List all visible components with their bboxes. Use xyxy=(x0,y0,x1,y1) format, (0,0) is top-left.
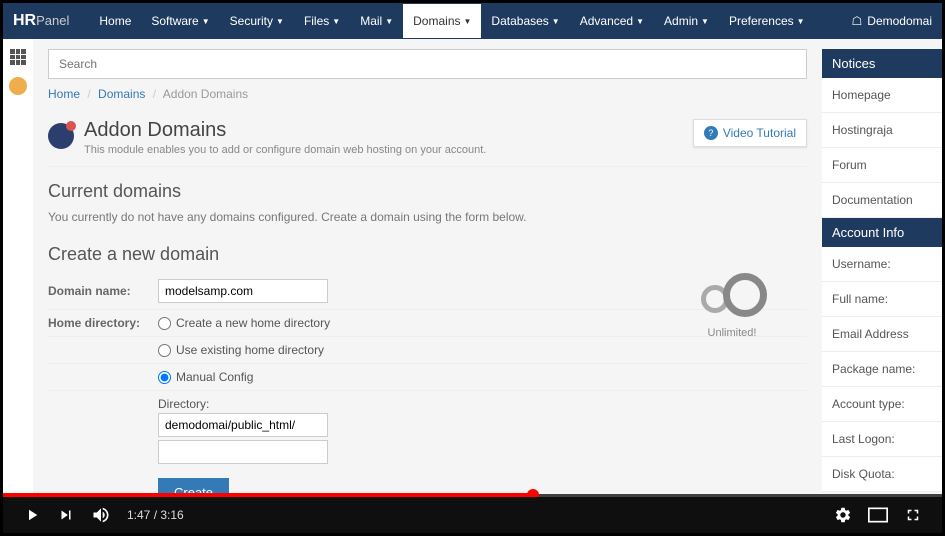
notices-item[interactable]: Hostingraja xyxy=(822,113,942,148)
nav-admin[interactable]: Admin▼ xyxy=(654,4,719,38)
video-controls: 1:47 / 3:16 xyxy=(3,497,942,533)
create-button[interactable]: Create xyxy=(158,478,229,494)
module-icon xyxy=(48,123,74,149)
domain-name-input[interactable] xyxy=(158,279,328,303)
nav-domains[interactable]: Domains▼ xyxy=(403,4,481,38)
current-domains-heading: Current domains xyxy=(48,181,807,202)
page-title: Addon Domains xyxy=(84,119,486,142)
account-item: Last Logon: xyxy=(822,422,942,457)
chevron-down-icon: ▼ xyxy=(202,17,210,26)
nav-databases[interactable]: Databases▼ xyxy=(481,4,569,38)
notices-item[interactable]: Homepage xyxy=(822,78,942,113)
chevron-down-icon: ▼ xyxy=(552,17,560,26)
next-icon xyxy=(57,506,75,524)
current-domains-text: You currently do not have any domains co… xyxy=(48,210,807,224)
main-content: Home / Domains / Addon Domains Addon Dom… xyxy=(33,39,822,494)
fullscreen-button[interactable] xyxy=(896,506,930,524)
volume-icon xyxy=(91,505,111,525)
create-domain-heading: Create a new domain xyxy=(48,244,807,265)
rail-circle-icon[interactable] xyxy=(9,77,27,95)
info-icon: ? xyxy=(704,126,718,140)
opt-existing-dir[interactable]: Use existing home directory xyxy=(158,343,324,357)
directory-input[interactable] xyxy=(158,413,328,437)
chevron-down-icon: ▼ xyxy=(276,17,284,26)
account-item: Username: xyxy=(822,247,942,282)
nav-security[interactable]: Security▼ xyxy=(220,4,294,38)
chevron-down-icon: ▼ xyxy=(636,17,644,26)
account-item: Account type: xyxy=(822,387,942,422)
play-button[interactable] xyxy=(15,506,49,524)
play-icon xyxy=(23,506,41,524)
fullscreen-icon xyxy=(904,506,922,524)
chevron-down-icon: ▼ xyxy=(385,17,393,26)
right-column: Notices Homepage Hostingraja Forum Docum… xyxy=(822,39,942,494)
search-input[interactable] xyxy=(48,49,807,79)
page-subtitle: This module enables you to add or config… xyxy=(84,144,486,156)
breadcrumb-home[interactable]: Home xyxy=(48,87,80,101)
chevron-down-icon: ▼ xyxy=(797,17,805,26)
left-rail xyxy=(3,39,33,494)
chevron-down-icon: ▼ xyxy=(701,17,709,26)
home-dir-label: Home directory: xyxy=(48,316,158,330)
notices-header: Notices xyxy=(822,49,942,78)
directory-label: Directory: xyxy=(158,397,328,411)
opt-new-dir[interactable]: Create a new home directory xyxy=(158,316,330,330)
chevron-down-icon: ▼ xyxy=(332,17,340,26)
video-tutorial-button[interactable]: ? Video Tutorial xyxy=(693,119,807,147)
opt-manual-config[interactable]: Manual Config xyxy=(158,370,253,384)
notices-item[interactable]: Documentation xyxy=(822,183,942,218)
video-time: 1:47 / 3:16 xyxy=(127,508,184,522)
domain-name-label: Domain name: xyxy=(48,284,158,298)
user-menu[interactable]: ☖ Demodomai xyxy=(852,14,932,28)
nav-mail[interactable]: Mail▼ xyxy=(350,4,403,38)
apps-grid-icon[interactable] xyxy=(10,49,26,65)
directory-extra-input[interactable] xyxy=(158,440,328,464)
disk-space-indicator: Unlimited! xyxy=(697,273,767,339)
gear-icon xyxy=(834,506,852,524)
nav-items: Home Software▼ Security▼ Files▼ Mail▼ Do… xyxy=(89,4,814,38)
nav-home[interactable]: Home xyxy=(89,4,141,38)
nav-software[interactable]: Software▼ xyxy=(141,4,219,38)
account-info-header: Account Info xyxy=(822,218,942,247)
account-item: Disk Quota: xyxy=(822,457,942,492)
user-icon: ☖ xyxy=(852,14,863,28)
nav-advanced[interactable]: Advanced▼ xyxy=(570,4,654,38)
nav-preferences[interactable]: Preferences▼ xyxy=(719,4,815,38)
chevron-down-icon: ▼ xyxy=(464,17,472,26)
account-item: Email Address xyxy=(822,317,942,352)
top-nav: HRPanel Home Software▼ Security▼ Files▼ … xyxy=(3,3,942,39)
breadcrumb: Home / Domains / Addon Domains xyxy=(48,87,807,101)
volume-button[interactable] xyxy=(83,505,119,525)
settings-button[interactable] xyxy=(826,506,860,524)
notices-item[interactable]: Forum xyxy=(822,148,942,183)
next-button[interactable] xyxy=(49,506,83,524)
logo: HRPanel xyxy=(13,12,69,30)
account-item: Full name: xyxy=(822,282,942,317)
breadcrumb-current: Addon Domains xyxy=(163,87,248,101)
nav-files[interactable]: Files▼ xyxy=(294,4,350,38)
theater-icon xyxy=(868,507,888,523)
account-item: Package name: xyxy=(822,352,942,387)
theater-button[interactable] xyxy=(860,507,896,523)
breadcrumb-domains[interactable]: Domains xyxy=(98,87,145,101)
ring-big-icon xyxy=(723,273,767,317)
